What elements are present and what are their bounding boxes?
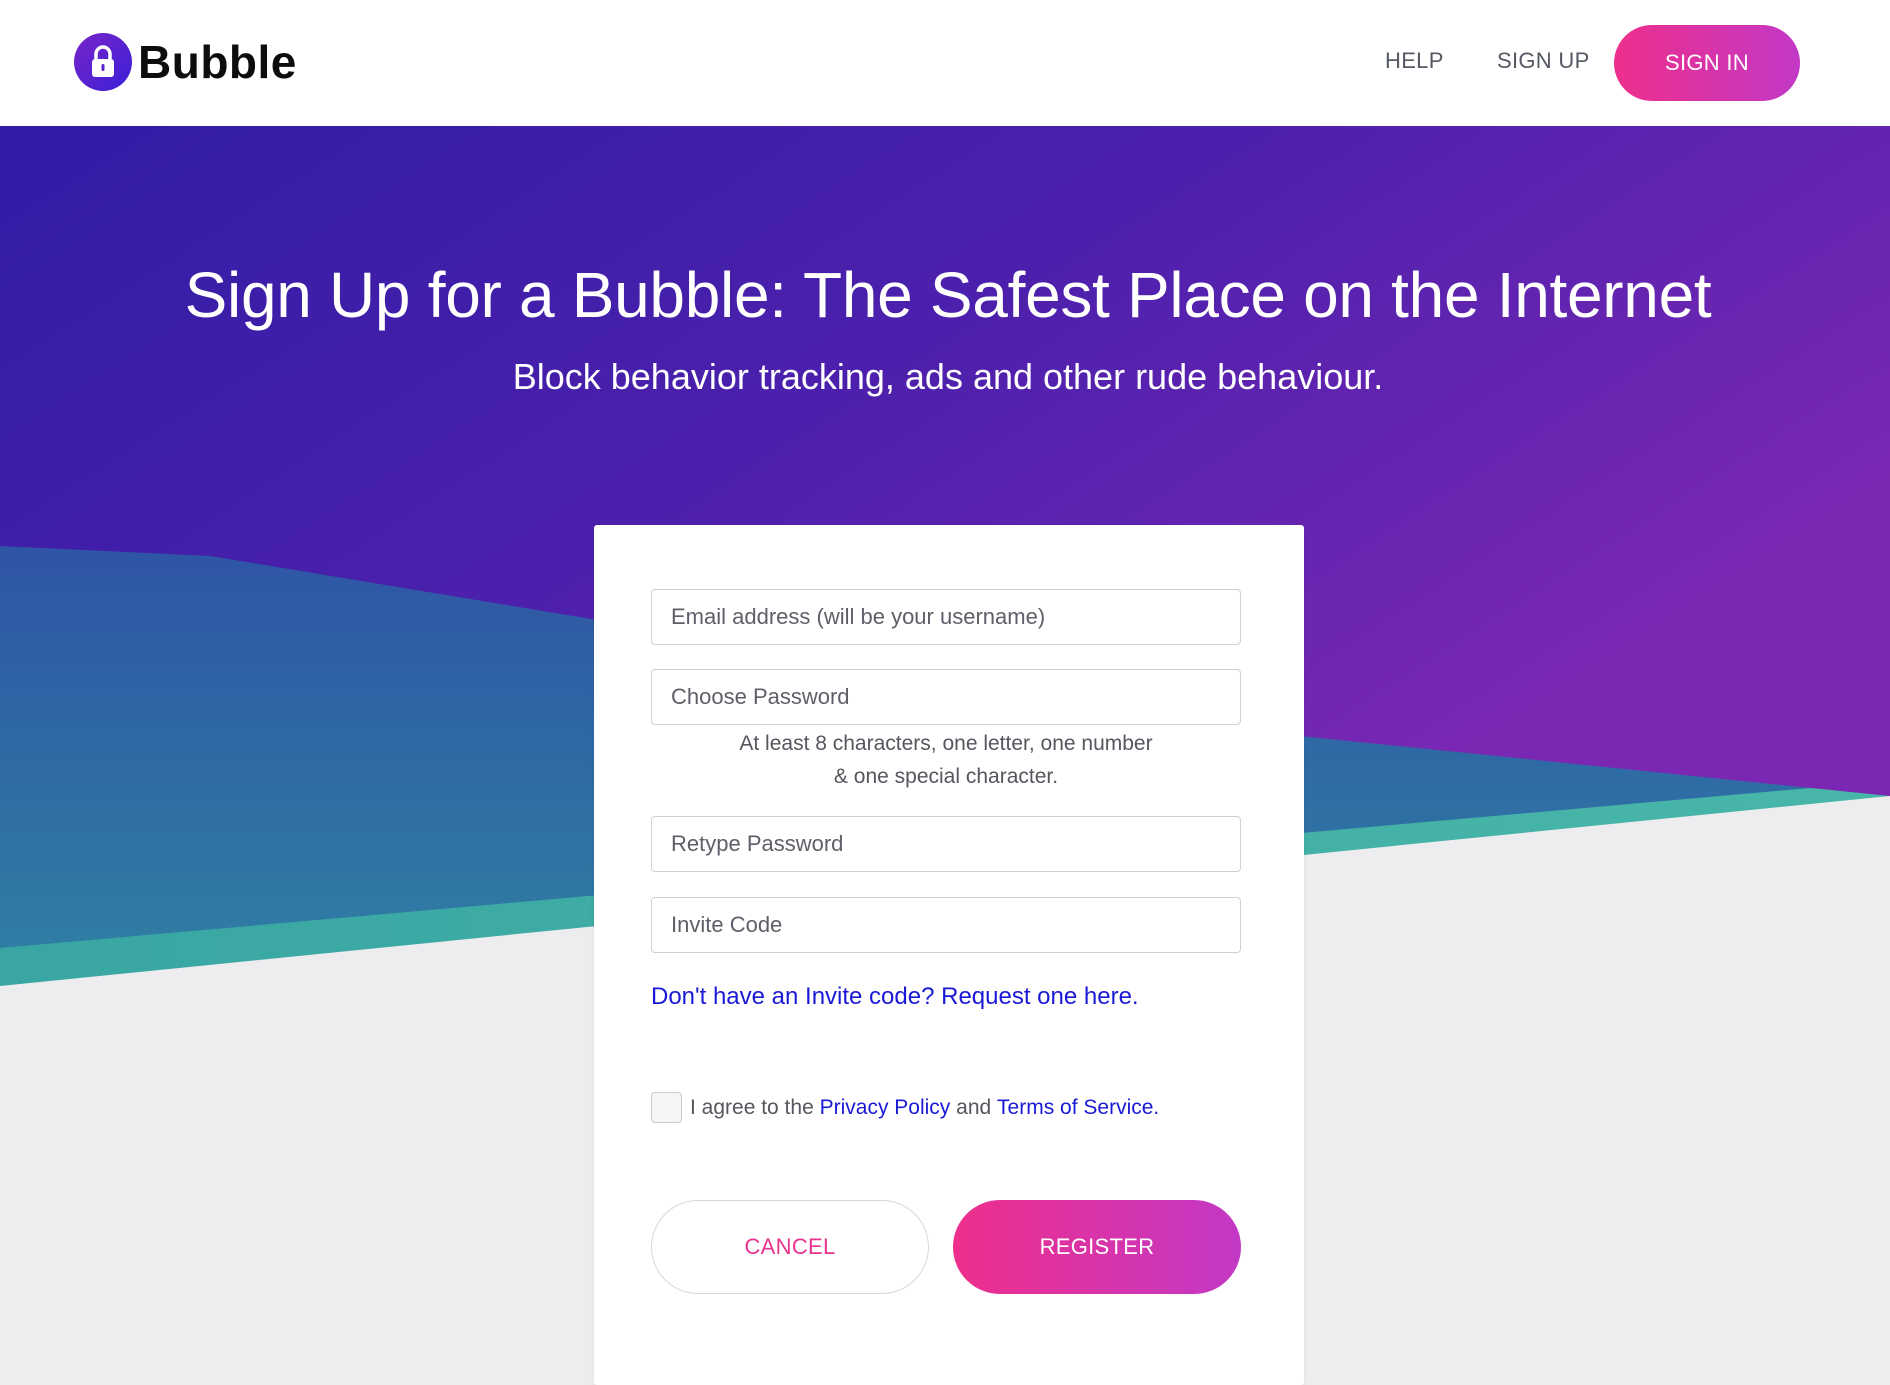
invite-code-field[interactable] xyxy=(651,897,1241,953)
nav-help-link[interactable]: HELP xyxy=(1385,48,1444,74)
signup-card: At least 8 characters, one letter, one n… xyxy=(594,525,1304,1385)
email-field[interactable] xyxy=(651,589,1241,645)
terms-agreement-row: I agree to the Privacy Policy and Terms … xyxy=(651,1092,1159,1123)
brand-logo[interactable]: Bubble xyxy=(74,33,297,91)
agree-prefix-text: I agree to the xyxy=(690,1095,814,1119)
brand-name: Bubble xyxy=(138,36,297,88)
cancel-button[interactable]: CANCEL xyxy=(651,1200,929,1294)
terms-of-service-link[interactable]: Terms of Service xyxy=(997,1096,1153,1120)
agree-suffix-text: . xyxy=(1153,1095,1160,1119)
nav-sign-up-link[interactable]: SIGN UP xyxy=(1497,48,1590,74)
lock-icon xyxy=(74,33,132,91)
password-hint-line-2: & one special character. xyxy=(833,765,1059,788)
sign-in-button[interactable]: SIGN IN xyxy=(1614,25,1800,101)
password-hint: At least 8 characters, one letter, one n… xyxy=(651,727,1241,793)
request-invite-link[interactable]: Don't have an Invite code? Request one h… xyxy=(651,983,1139,1011)
hero-title: Sign Up for a Bubble: The Safest Place o… xyxy=(184,259,1712,331)
register-button[interactable]: REGISTER xyxy=(953,1200,1241,1294)
privacy-policy-link[interactable]: Privacy Policy xyxy=(820,1096,951,1120)
hero-subtitle: Block behavior tracking, ads and other r… xyxy=(512,356,1384,397)
agree-checkbox[interactable] xyxy=(651,1092,682,1123)
top-nav-bar: Bubble HELP SIGN UP SIGN IN xyxy=(0,0,1890,126)
password-hint-line-1: At least 8 characters, one letter, one n… xyxy=(739,732,1153,755)
retype-password-field[interactable] xyxy=(651,816,1241,872)
choose-password-field[interactable] xyxy=(651,669,1241,725)
agree-and-text: and xyxy=(956,1095,992,1119)
